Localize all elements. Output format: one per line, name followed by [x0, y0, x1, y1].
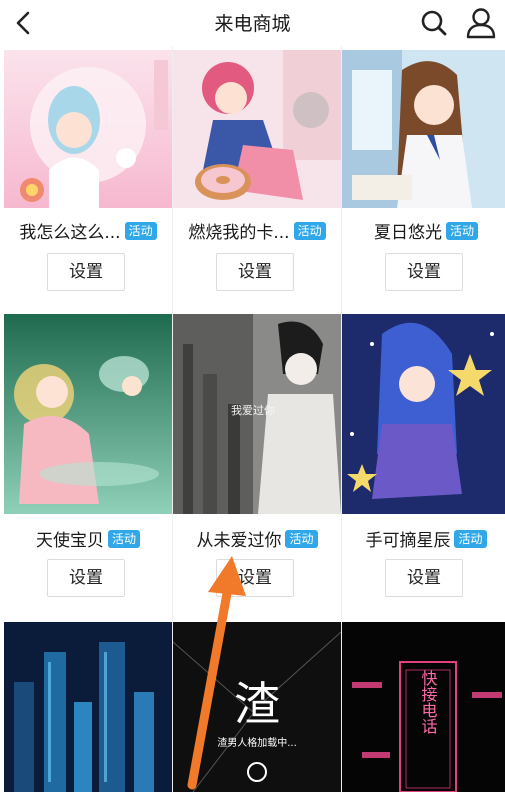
ringtone-title-row: 从未爱过你 活动 — [173, 526, 341, 551]
set-button[interactable]: 设置 — [385, 253, 463, 291]
thumbnail-big-text: 渣 — [234, 677, 280, 731]
thumbnail-vertical-text: 快接电话 — [419, 670, 438, 734]
ringtone-title-row: 手可摘星辰 活动 — [342, 526, 505, 551]
activity-badge: 活动 — [445, 221, 478, 240]
ringtone-thumbnail[interactable] — [4, 314, 172, 514]
ringtone-title-row: 夏日悠光 活动 — [342, 218, 505, 243]
ringtone-title: 从未爱过你 — [196, 531, 282, 551]
ringtone-title-row: 天使宝贝 活动 — [4, 526, 172, 551]
user-profile-icon[interactable] — [464, 6, 498, 40]
ringtone-thumbnail[interactable] — [173, 50, 341, 208]
ringtone-title: 夏日悠光 — [373, 223, 442, 243]
ringtone-title-row: 燃烧我的卡... 活动 — [173, 218, 341, 243]
ringtone-thumbnail[interactable] — [342, 50, 505, 208]
ringtone-title: 我怎么这么... — [19, 223, 121, 243]
ringtone-title: 天使宝贝 — [35, 531, 104, 551]
activity-badge: 活动 — [293, 221, 326, 240]
ringtone-title: 燃烧我的卡... — [188, 223, 290, 243]
ringtone-thumbnail[interactable] — [4, 622, 172, 792]
activity-badge: 活动 — [124, 221, 157, 240]
ringtone-thumbnail[interactable] — [4, 50, 172, 208]
set-button[interactable]: 设置 — [216, 253, 294, 291]
top-bar: 来电商城 — [0, 0, 505, 46]
ringtone-thumbnail[interactable]: 我爱过你 — [173, 314, 341, 514]
ringtone-title: 手可摘星辰 — [365, 531, 451, 551]
set-button[interactable]: 设置 — [385, 559, 463, 597]
ringtone-thumbnail[interactable]: 快接电话 — [342, 622, 505, 792]
ringtone-thumbnail[interactable] — [342, 314, 505, 514]
thumbnail-overlay-text: 我爱过你 — [231, 404, 275, 417]
activity-badge: 活动 — [107, 529, 140, 548]
ringtone-thumbnail[interactable]: 渣 渣男人格加载中... — [173, 622, 341, 792]
set-button[interactable]: 设置 — [47, 559, 125, 597]
set-button[interactable]: 设置 — [47, 253, 125, 291]
ringtone-title-row: 我怎么这么... 活动 — [4, 218, 172, 243]
thumbnail-sub-text: 渣男人格加载中... — [217, 736, 297, 749]
activity-badge: 活动 — [285, 529, 318, 548]
set-button[interactable]: 设置 — [216, 559, 294, 597]
search-icon[interactable] — [418, 7, 450, 39]
activity-badge: 活动 — [454, 529, 487, 548]
